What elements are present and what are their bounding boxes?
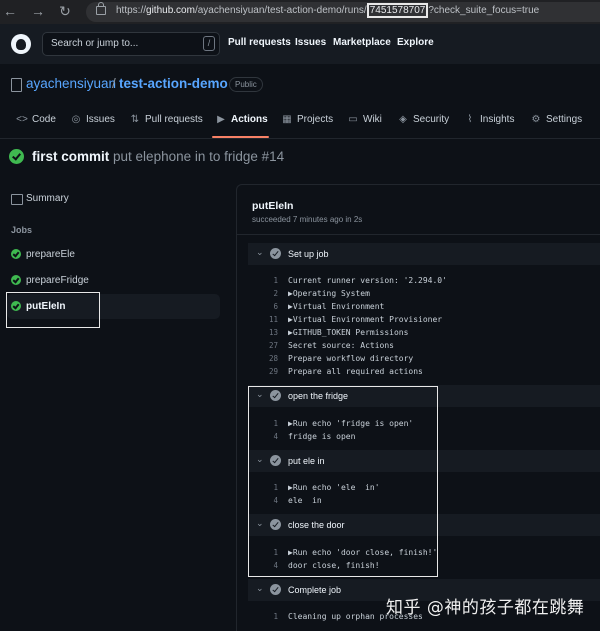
browser-toolbar: ← → ↻ https://github.com/ayachensiyuan/t… [0,0,600,24]
tab-label: Insights [480,114,515,125]
url-domain: github.com [146,5,195,16]
log-line-text: Prepare workflow directory [288,354,414,363]
code-icon: <> [16,114,28,125]
issue-icon: ◎ [71,114,81,125]
tab-label: Security [413,114,450,125]
tab-settings[interactable]: ⚙ Settings [530,114,583,125]
sidebar-job-prepareele[interactable]: prepareEle [26,249,75,260]
log-line-text[interactable]: ▶GITHUB_TOKEN Permissions [288,328,408,337]
graph-icon: ⌇ [467,114,473,125]
book-icon: ▭ [348,114,358,125]
log-line-text: Current runner version: '2.294.0' [288,276,447,285]
sidebar-summary[interactable]: Summary [26,193,69,204]
tab-label: Code [32,114,56,125]
log-line-number: 1 [273,276,278,285]
run-commit-message: put elephone in to fridge #14 [113,149,285,164]
tabs-divider [0,138,600,139]
forward-arrow-icon[interactable]: → [30,3,46,19]
tab-insights[interactable]: ⌇ Insights [464,114,515,125]
step-name: Set up job [288,249,329,259]
job-status: succeeded 7 minutes ago in 2s [252,215,363,224]
back-arrow-icon[interactable]: ← [2,3,18,19]
tab-label: Projects [297,114,334,125]
search-input[interactable]: Search or jump to... / [42,32,220,56]
url-text[interactable]: https://github.com/ayachensiyuan/test-ac… [116,3,540,18]
tab-security[interactable]: ◈ Security [397,114,449,125]
log-line-number: 27 [268,341,278,350]
tab-label: Actions [231,114,268,125]
url-prefix: https:// [116,5,147,16]
log-line-number: 13 [268,328,278,337]
log-line-number: 11 [268,315,278,324]
shield-icon: ◈ [399,114,407,125]
log-line-number: 29 [268,367,278,376]
play-icon: ▶ [217,114,225,125]
job-title: putEleIn [252,200,294,212]
visibility-badge: Public [229,77,263,92]
tab-issues[interactable]: ◎ Issues [70,114,115,125]
nav-pull-requests[interactable]: Pull requests [228,37,291,48]
tab-actions[interactable]: ▶ Actions [215,114,268,125]
log-line-number: 1 [273,612,278,621]
highlight-box [6,292,100,328]
step-check-icon [270,584,281,595]
panel-divider [237,234,600,235]
search-shortcut-key: / [203,36,215,51]
home-icon [11,194,23,205]
github-logo-icon[interactable] [11,34,31,54]
log-line-text[interactable]: ▶Virtual Environment [288,302,384,311]
tab-label: Settings [546,114,583,125]
tab-label: Issues [86,114,115,125]
sidebar-job-preparefridge[interactable]: prepareFridge [26,275,89,286]
step-check-icon [270,248,281,259]
log-line-text: Prepare all required actions [288,367,423,376]
run-title: first commit put elephone in to fridge #… [32,149,284,164]
nav-marketplace[interactable]: Marketplace [333,37,391,48]
tab-projects[interactable]: ▦ Projects [281,114,333,125]
zhihu-watermark: 知乎 @神的孩子都在跳舞 [386,598,585,618]
run-commit-title: first commit [32,149,110,164]
success-check-icon [11,249,21,259]
log-line-text[interactable]: ▶Operating System [288,289,370,298]
nav-explore[interactable]: Explore [397,37,434,48]
log-line-text: Secret source: Actions [288,341,394,350]
url-run-id: 7451578707 [366,3,429,18]
log-line-text[interactable]: ▶Virtual Environment Provisioner [288,315,442,324]
url-path: /ayachensiyuan/test-action-demo/runs/ [194,5,367,16]
chevron-down-icon: ⌄ [256,583,264,593]
tab-wiki[interactable]: ▭ Wiki [347,114,382,125]
nav-issues[interactable]: Issues [295,37,326,48]
repo-separator: / [112,76,116,91]
log-line-number: 28 [268,354,278,363]
log-line-number: 6 [273,302,278,311]
repo-owner-link[interactable]: ayachensiyuan [26,76,116,91]
search-placeholder: Search or jump to... [51,38,139,49]
tab-label: Wiki [363,114,382,125]
project-icon: ▦ [282,114,292,125]
success-check-icon [9,149,24,164]
tab-pull-requests[interactable]: ⇅ Pull requests [129,114,203,125]
tab-code[interactable]: <> Code [16,114,56,125]
pull-request-icon: ⇅ [130,114,140,125]
github-header: Search or jump to... / Pull requests Iss… [0,24,600,64]
success-check-icon [11,275,21,285]
repo-icon [11,78,22,92]
highlight-box [248,386,438,577]
log-line-number: 2 [273,289,278,298]
chevron-down-icon: ⌄ [256,247,264,257]
tab-label: Pull requests [145,114,203,125]
lock-icon [96,2,106,15]
jobs-heading: Jobs [11,225,33,235]
step-header-set-up-job[interactable]: ⌄ Set up job [248,243,600,265]
url-query: ?check_suite_focus=true [428,5,540,16]
gear-icon: ⚙ [531,114,541,125]
reload-icon[interactable]: ↻ [57,3,73,20]
repo-name-link[interactable]: test-action-demo [119,76,228,91]
step-name: Complete job [288,585,342,595]
